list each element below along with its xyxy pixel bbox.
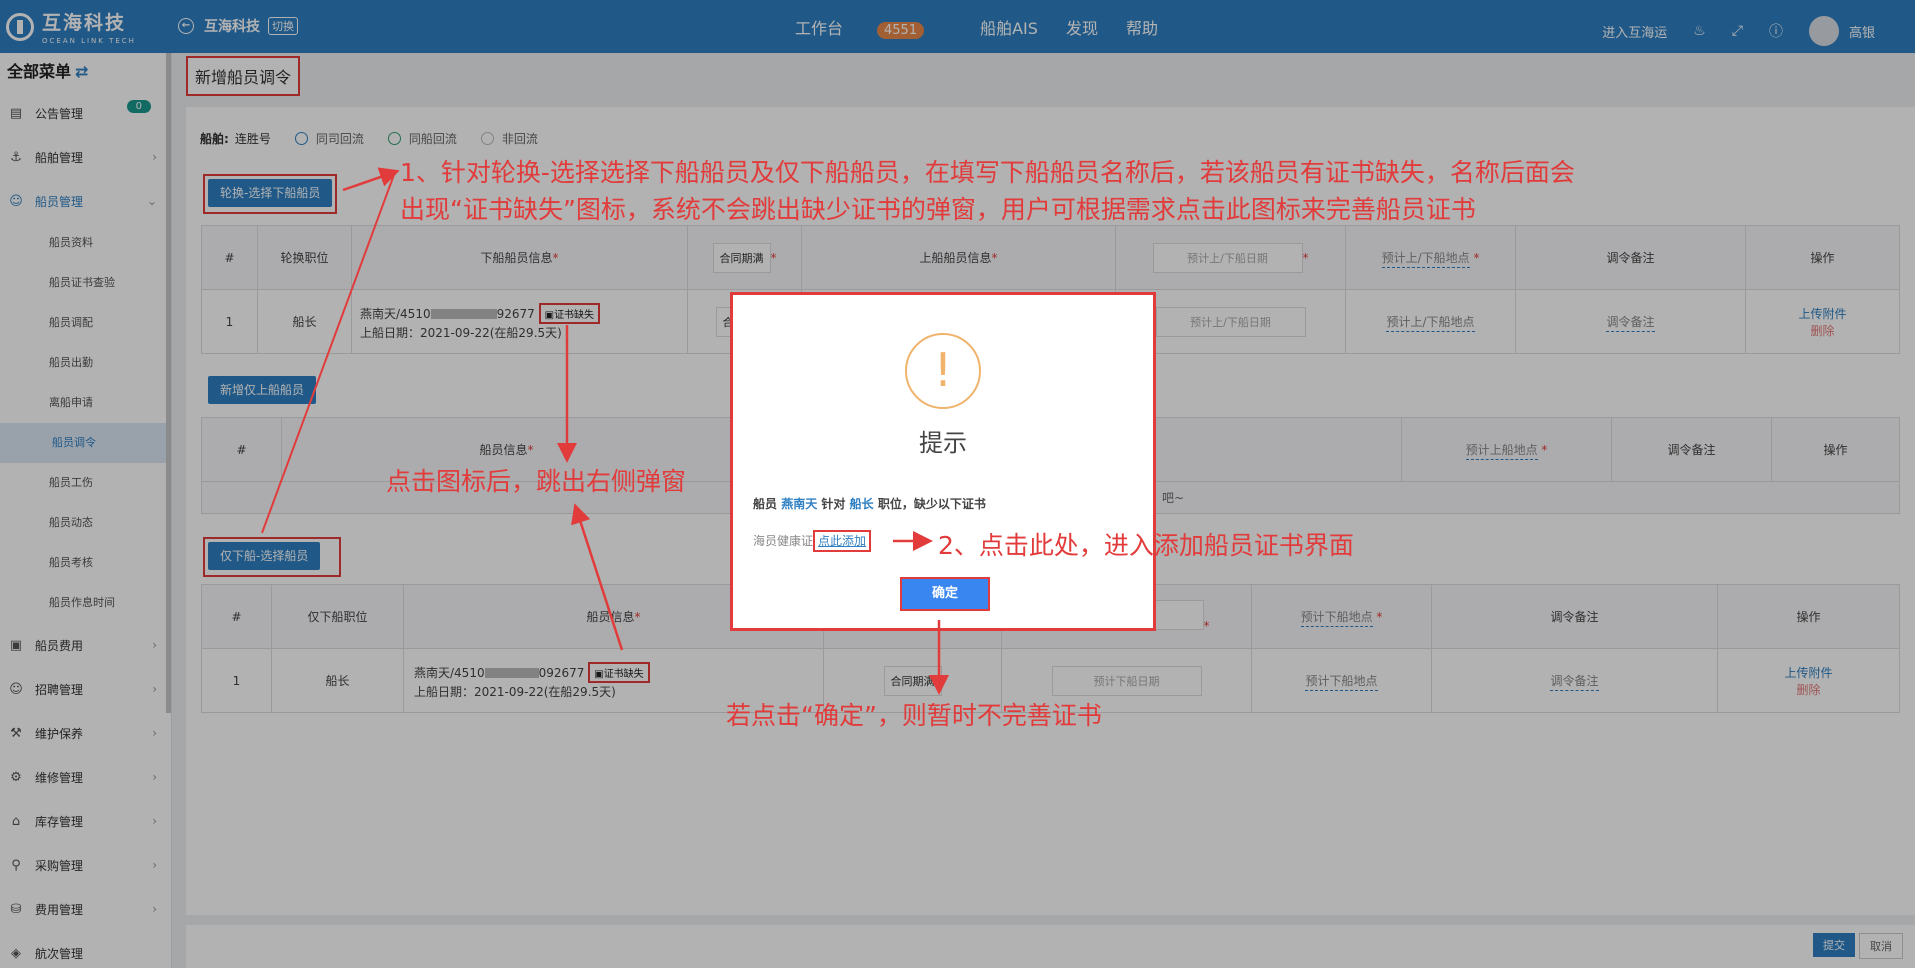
arrow (342, 167, 400, 192)
arrow (261, 171, 396, 534)
annotation-arrows (261, 167, 949, 695)
arrow (571, 503, 624, 651)
